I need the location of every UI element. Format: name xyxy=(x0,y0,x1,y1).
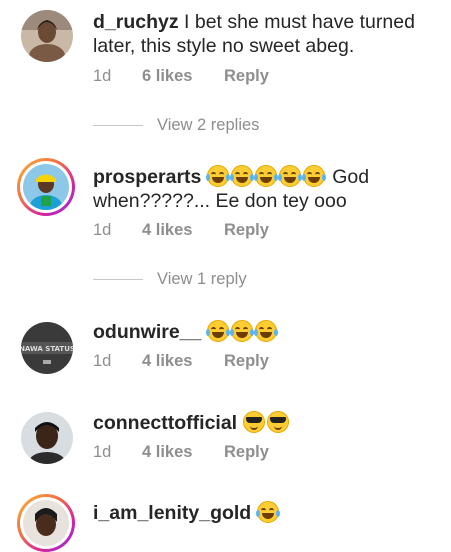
comment-meta: 1d 4 likes Reply xyxy=(93,443,269,462)
reply-button[interactable]: Reply xyxy=(224,221,269,240)
avatar[interactable] xyxy=(21,412,73,464)
avatar-ring-gap xyxy=(20,497,72,549)
tears-of-joy-emoji-icon xyxy=(255,501,280,523)
comment-time: 1d xyxy=(93,67,112,85)
comment-text: i_am_lenity_gold xyxy=(93,501,433,525)
reply-button[interactable]: Reply xyxy=(224,443,269,462)
comment-text: prosperarts God when?????... Ee don tey … xyxy=(93,165,433,213)
avatar[interactable] xyxy=(21,10,73,62)
view-replies-label: View 1 reply xyxy=(157,270,247,288)
avatar-image xyxy=(23,164,69,210)
comment-likes[interactable]: 4 likes xyxy=(142,352,224,371)
comment-meta: 1d 4 likes Reply xyxy=(93,352,269,371)
sunglasses-emoji-icon xyxy=(266,411,289,433)
tears-of-joy-emoji-icon xyxy=(253,320,278,342)
avatar-ring-gap xyxy=(20,161,72,213)
comment-time: 1d xyxy=(93,443,112,461)
comment-username[interactable]: prosperarts xyxy=(93,166,201,188)
comment-username[interactable]: odunwire__ xyxy=(93,321,201,343)
comment-text: connecttofficial xyxy=(93,411,433,435)
divider-line xyxy=(93,125,143,126)
comment-meta: 1d 4 likes Reply xyxy=(93,221,269,240)
avatar-image xyxy=(23,500,69,546)
avatar[interactable] xyxy=(17,158,75,216)
tears-of-joy-emoji-icon xyxy=(205,320,230,342)
reply-button[interactable]: Reply xyxy=(224,352,269,371)
view-replies-button[interactable]: View 1 reply xyxy=(93,270,247,289)
tears-of-joy-emoji-icon xyxy=(205,165,230,187)
sunglasses-emoji-icon xyxy=(242,411,265,433)
comment-text: d_ruchyz I bet she must have turned late… xyxy=(93,10,433,58)
comment-time: 1d xyxy=(93,352,112,370)
comment-likes[interactable]: 4 likes xyxy=(142,221,224,240)
reply-button[interactable]: Reply xyxy=(224,67,269,86)
view-replies-button[interactable]: View 2 replies xyxy=(93,116,259,135)
comment-meta: 1d 6 likes Reply xyxy=(93,67,269,86)
comment-username[interactable]: connecttofficial xyxy=(93,412,237,434)
tears-of-joy-emoji-icon xyxy=(277,165,302,187)
comment-likes[interactable]: 6 likes xyxy=(142,67,224,86)
tears-of-joy-emoji-icon xyxy=(229,320,254,342)
comment-time: 1d xyxy=(93,221,112,239)
view-replies-label: View 2 replies xyxy=(157,116,260,134)
tears-of-joy-emoji-icon xyxy=(229,165,254,187)
comment-likes[interactable]: 4 likes xyxy=(142,443,224,462)
divider-line xyxy=(93,279,143,280)
comment-username[interactable]: i_am_lenity_gold xyxy=(93,502,251,524)
tears-of-joy-emoji-icon xyxy=(301,165,326,187)
avatar[interactable] xyxy=(17,494,75,552)
avatar-logo-text: NAWA STATUS xyxy=(21,345,73,353)
tears-of-joy-emoji-icon xyxy=(253,165,278,187)
comment-text: odunwire__ xyxy=(93,320,433,344)
avatar[interactable]: NAWA STATUS xyxy=(21,322,73,374)
comment-username[interactable]: d_ruchyz xyxy=(93,11,179,33)
